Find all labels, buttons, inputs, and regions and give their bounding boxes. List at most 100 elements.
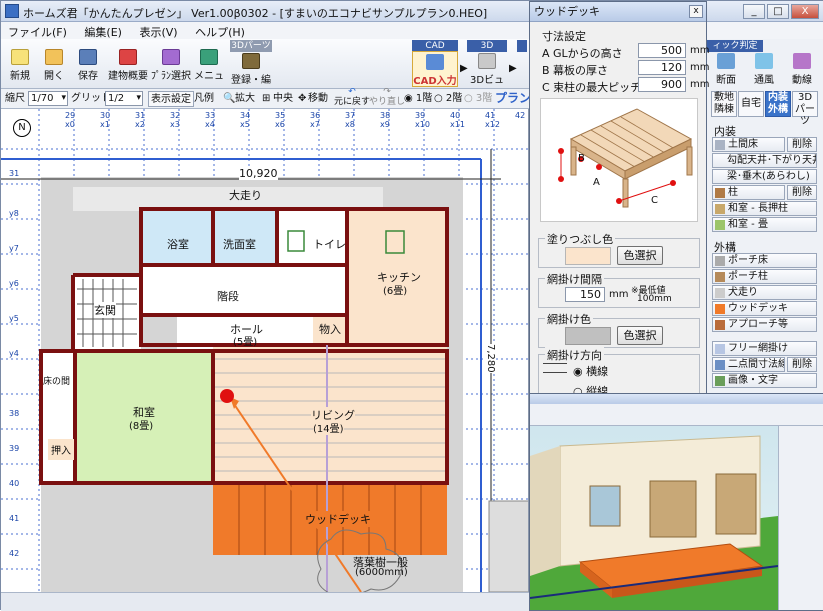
wood-deck-icon — [715, 304, 725, 314]
hatch-spacing-group: 網掛け間隔 150 mm ※最低値 100mm — [538, 271, 700, 308]
floor3-radio[interactable]: ○ 3階 — [464, 91, 492, 107]
wind-icon — [755, 53, 773, 69]
inubashiri-button[interactable]: 犬走り — [712, 285, 817, 300]
zoom-in-button[interactable]: 拡大 — [235, 91, 255, 107]
left-ruler: 31 y8 y7 y6 y5 y4 38 39 40 41 42 — [3, 139, 25, 579]
menu-icon — [200, 49, 218, 65]
3d-view-button[interactable]: 3Dビュー — [467, 51, 507, 101]
ruler-left-y5: y5 — [9, 314, 19, 323]
center-button[interactable]: 中央 — [273, 91, 293, 107]
ruler-left-39: 39 — [9, 444, 20, 453]
free-hatch-label: フリー網掛け — [728, 343, 788, 354]
legend-button[interactable]: 凡例 — [194, 91, 214, 107]
3d-preview-window[interactable] — [529, 393, 823, 611]
3d-arrow-icon: ▶ — [509, 63, 517, 74]
plan-tab[interactable]: プラン — [495, 91, 531, 107]
save-button[interactable]: 保存 — [73, 41, 103, 87]
room-bath: 浴室 — [167, 238, 189, 251]
cad-icon — [426, 54, 444, 70]
menu-button[interactable]: メニュー — [192, 41, 226, 97]
menu-file[interactable]: ファイル(F) — [1, 22, 74, 40]
board-thickness-input[interactable]: 120 — [638, 60, 686, 75]
ruler-top-31: 31 — [135, 111, 146, 120]
doma-delete-button[interactable]: 削除 — [787, 137, 817, 152]
room-storage: 物入 — [319, 323, 341, 336]
height-dimension: 7,280 — [485, 344, 496, 373]
hatch-spacing-input[interactable]: 150 — [565, 287, 605, 302]
pillar-delete-button[interactable]: 削除 — [787, 185, 817, 200]
3d-viewport[interactable] — [530, 426, 779, 610]
diagram-label-c: C — [651, 195, 658, 206]
zoom-in-icon[interactable]: 🔍 — [223, 91, 235, 107]
plan-canvas[interactable]: N 29 30 31 32 33 34 35 36 37 38 39 40 41… — [1, 109, 529, 592]
ruler-top-32: 32 — [170, 111, 181, 120]
hatch-color-select-button[interactable]: 色選択 — [617, 326, 663, 345]
grid-width-select[interactable]: 1/2 — [105, 91, 143, 106]
tab-3d-parts[interactable]: 3Dパーツ — [792, 91, 818, 127]
flowline-button[interactable]: 動線 — [785, 51, 819, 87]
maximize-button[interactable]: □ — [767, 4, 789, 19]
close-button[interactable]: X — [791, 4, 819, 19]
tab-site[interactable]: 敷地隣棟 — [711, 91, 737, 117]
nageshi-button[interactable]: 和室 - 長押柱 — [712, 201, 817, 216]
menu-view[interactable]: 表示(V) — [132, 22, 184, 40]
redo-label: やり直し — [369, 97, 406, 107]
display-settings-button[interactable]: 表示設定 — [148, 91, 194, 107]
pillar-button[interactable]: 柱 — [712, 185, 785, 200]
free-hatch-button[interactable]: フリー網掛け — [712, 341, 817, 356]
height-input[interactable]: 500 — [638, 43, 686, 58]
floor1-radio[interactable]: ◉ 1階 — [404, 91, 432, 107]
ruler-sub-x2: x2 — [135, 120, 145, 129]
dialog-close-button[interactable]: x — [689, 5, 703, 18]
wood-deck-label: ウッドデッキ — [728, 303, 788, 314]
dim-line-label: 二点間寸法線 — [728, 359, 785, 370]
cad-input-button[interactable]: CAD入力 — [412, 51, 458, 87]
tab-interior-exterior[interactable]: 内装外構 — [765, 91, 791, 117]
building-summary-button[interactable]: 建物概要 — [107, 41, 149, 87]
move-button[interactable]: 移動 — [308, 91, 328, 107]
new-button-label: 新規 — [10, 71, 30, 82]
image-text-button[interactable]: 画像・文字 — [712, 373, 817, 388]
ruler-top-42: 42 — [515, 111, 526, 120]
section-button[interactable]: 断面 — [709, 51, 743, 87]
room-kitchen-size: (6畳) — [383, 286, 408, 297]
floor2-radio[interactable]: ○ 2階 — [434, 91, 462, 107]
ventilation-button[interactable]: 通風 — [747, 51, 781, 87]
board-thickness-unit: mm — [690, 62, 710, 73]
horizontal-radio[interactable]: ◉ 横線 — [573, 363, 608, 379]
menu-edit[interactable]: 編集(E) — [77, 22, 129, 40]
room-stairs: 階段 — [217, 290, 239, 303]
dim-line-delete-button[interactable]: 削除 — [787, 357, 817, 372]
porch-pillar-button[interactable]: ポーチ柱 — [712, 269, 817, 284]
wood-deck-button[interactable]: ウッドデッキ — [712, 301, 817, 316]
tatami-button[interactable]: 和室 - 畳 — [712, 217, 817, 232]
tree-size: (6000mm) — [355, 567, 408, 578]
redo-button[interactable]: ↷ やり直し — [369, 87, 405, 107]
dim-line-button[interactable]: 二点間寸法線 — [712, 357, 785, 372]
fill-color-select-button[interactable]: 色選択 — [617, 246, 663, 265]
hatch-color-group: 網掛け色 色選択 — [538, 311, 700, 348]
minimize-button[interactable]: _ — [743, 4, 765, 19]
approach-button[interactable]: アプローチ等 — [712, 317, 817, 332]
scale-select[interactable]: 1/70 — [28, 91, 68, 106]
undo-button[interactable]: ↶ 元に戻す — [334, 87, 370, 107]
beam-button[interactable]: 梁･垂木(あらわし) — [712, 169, 817, 184]
room-living-size: (14畳) — [313, 420, 344, 435]
pitch-input[interactable]: 900 — [638, 77, 686, 92]
new-button[interactable]: 新規 — [5, 41, 35, 87]
center-icon[interactable]: ⊞ — [262, 91, 270, 107]
menu-help[interactable]: ヘルプ(H) — [188, 22, 252, 40]
tab-next[interactable] — [517, 40, 527, 52]
move-icon[interactable]: ✥ — [298, 91, 306, 107]
nageshi-icon — [715, 204, 725, 214]
tab-home[interactable]: 自宅 — [738, 91, 764, 117]
porch-floor-button[interactable]: ポーチ床 — [712, 253, 817, 268]
sloped-ceiling-button[interactable]: 勾配天井･下がり天井 — [712, 153, 817, 168]
register-edit-button[interactable]: 登録・編集 — [230, 51, 272, 101]
open-button[interactable]: 開く — [39, 41, 69, 87]
redo-icon: ↷ — [383, 87, 391, 97]
plan-select-button[interactable]: ﾌﾟﾗﾝ選択 — [151, 41, 191, 87]
doma-floor-button[interactable]: 土間床 — [712, 137, 785, 152]
ruler-top-33: 33 — [205, 111, 216, 120]
floor1-label: 1階 — [415, 93, 433, 104]
